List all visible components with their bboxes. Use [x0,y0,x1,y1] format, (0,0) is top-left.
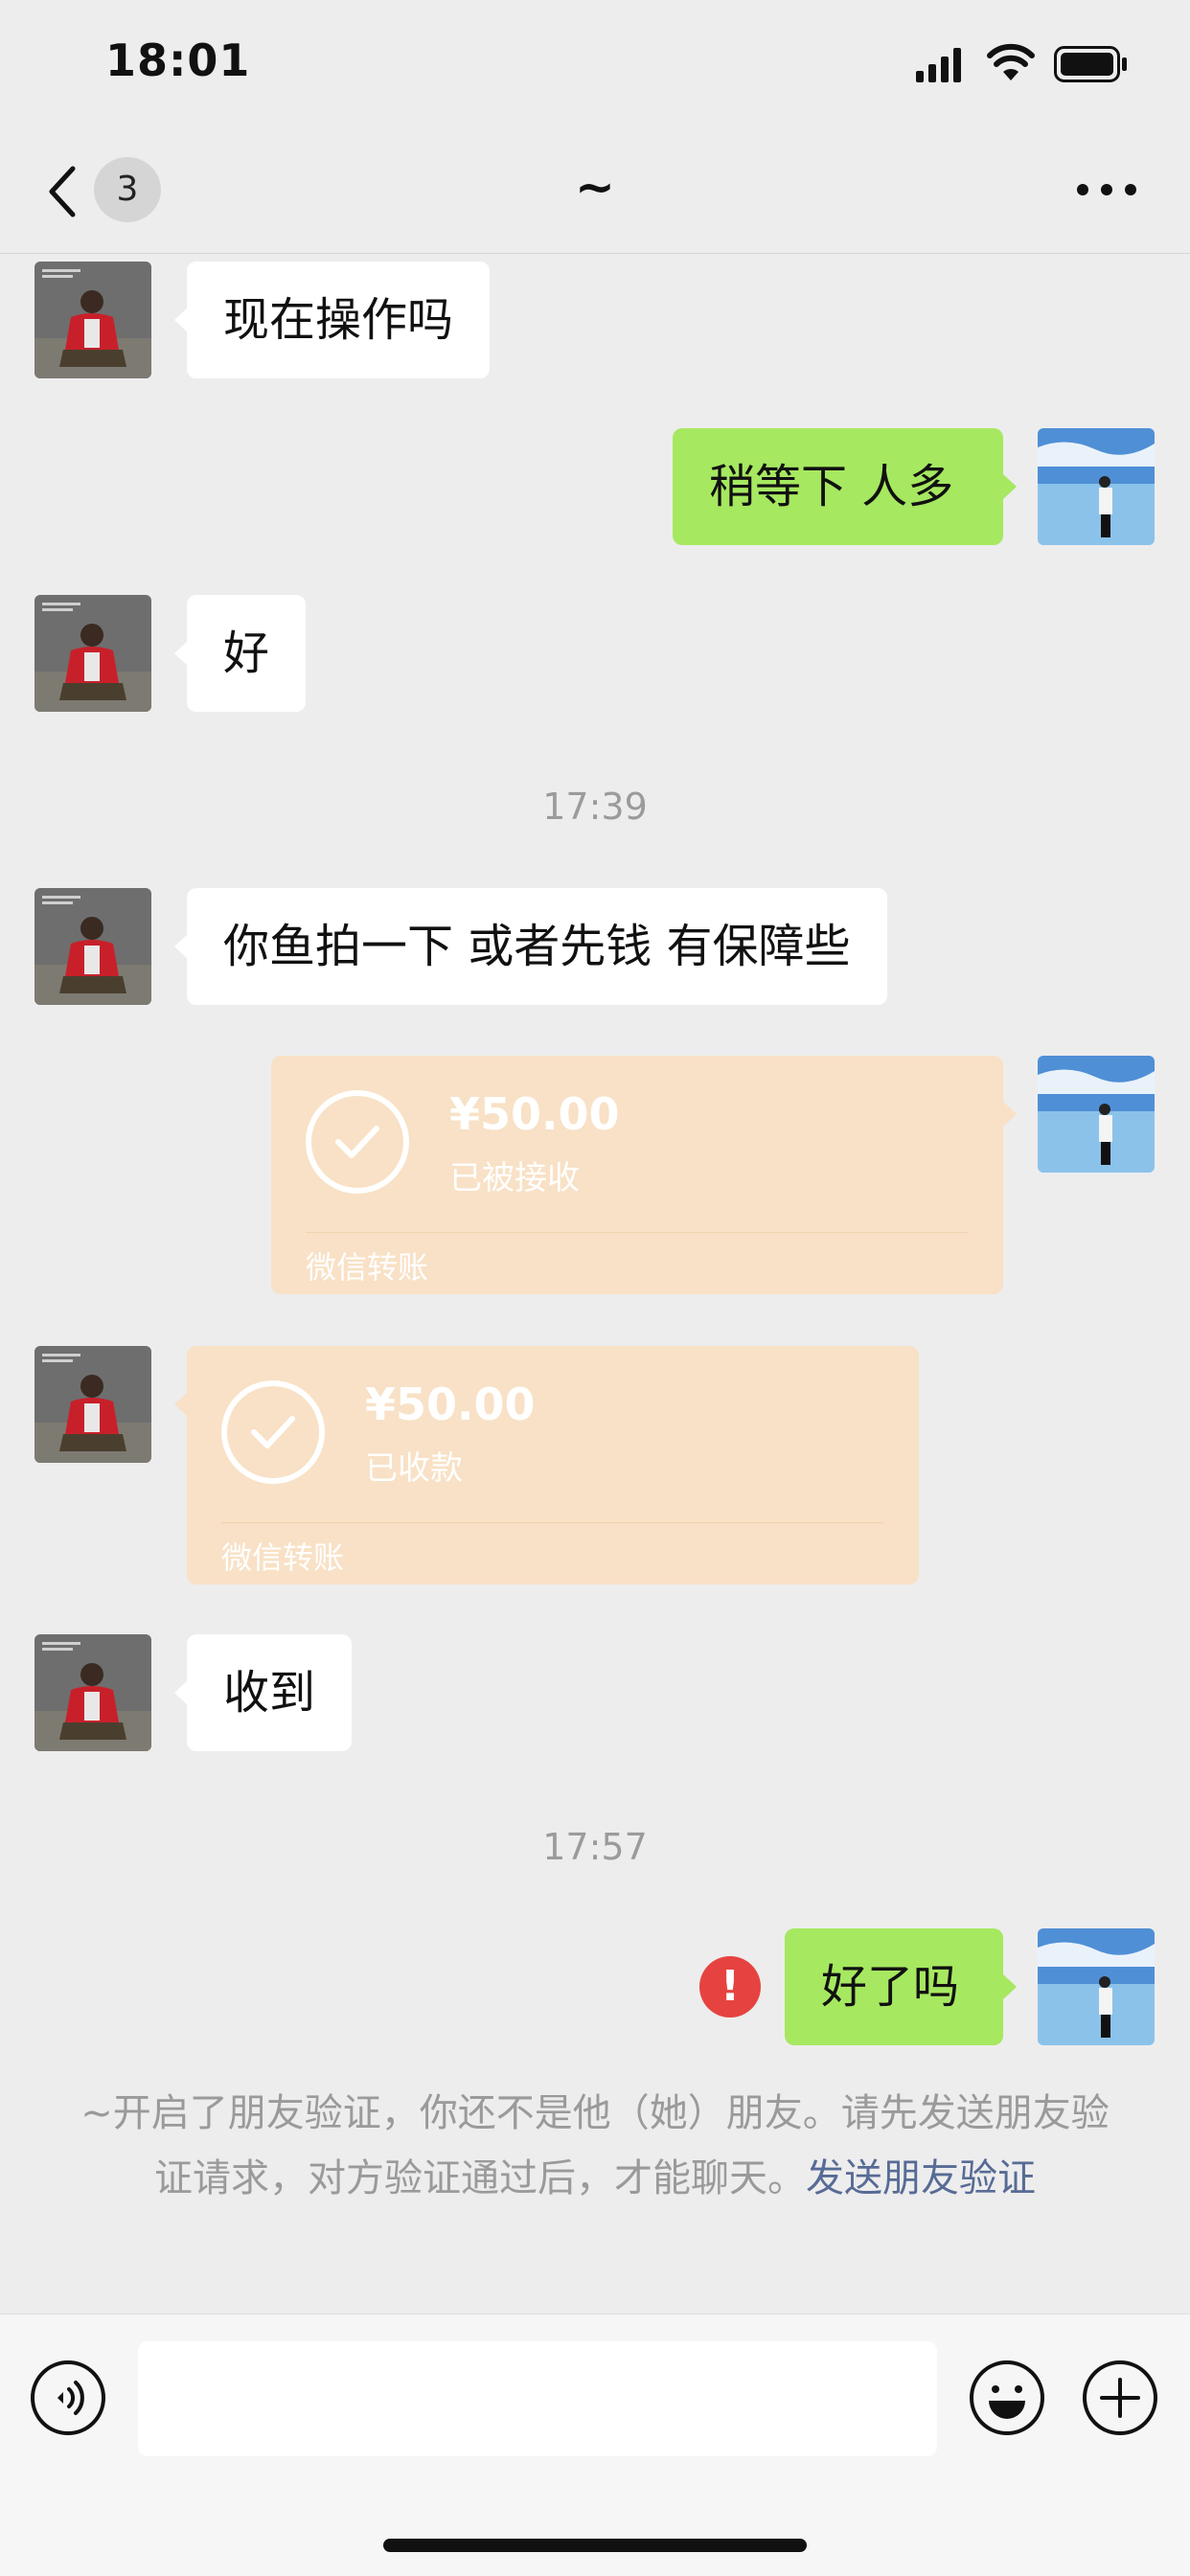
bubble-tail [174,1392,188,1417]
chat-header: 3 ~ [0,125,1190,254]
bubble-tail [174,308,188,332]
message-input[interactable] [138,2341,937,2456]
divider [221,1522,884,1523]
bubble-tail [174,641,188,666]
contact-avatar[interactable] [34,595,151,712]
bubble-tail [1003,1102,1017,1127]
contact-avatar[interactable] [34,1346,151,1463]
incoming-message[interactable]: 好 [187,595,307,712]
bubble-tail [1003,474,1017,499]
bubble-tail [174,934,188,959]
bubble-tail [174,1680,188,1705]
divider [306,1232,969,1233]
voice-icon[interactable] [29,2359,107,2437]
transfer-status: 已收款 [365,1449,463,1488]
transfer-card-incoming[interactable]: ¥50.00 已收款 微信转账 [187,1346,919,1584]
battery-icon [1054,46,1127,82]
transfer-amount: ¥50.00 [365,1379,536,1430]
status-bar: 18:01 [0,0,1190,125]
incoming-message[interactable]: 现在操作吗 [187,262,491,378]
signal-icon [916,48,961,82]
transfer-status: 已被接收 [449,1159,580,1197]
emoji-icon[interactable] [968,2359,1046,2437]
transfer-footer: 微信转账 [221,1539,345,1576]
bubble-tail [1003,1974,1017,1999]
status-time: 18:01 [105,34,251,86]
my-avatar[interactable] [1038,1056,1155,1173]
plus-icon[interactable] [1081,2359,1159,2437]
contact-avatar[interactable] [34,888,151,1005]
transfer-footer: 微信转账 [306,1249,429,1286]
my-avatar[interactable] [1038,428,1155,545]
input-bar [0,2314,1190,2576]
check-icon [306,1090,409,1194]
wifi-icon [987,43,1035,80]
check-icon [221,1380,325,1484]
transfer-card-outgoing[interactable]: ¥50.00 已被接收 微信转账 [271,1056,1003,1294]
incoming-message[interactable]: 收到 [187,1634,353,1751]
send-verification-link[interactable]: 发送朋友验证 [806,2156,1036,2200]
outgoing-message[interactable]: 稍等下 人多 [673,428,1003,545]
my-avatar[interactable] [1038,1928,1155,2045]
home-indicator [383,2539,807,2552]
more-icon[interactable] [1075,182,1138,197]
send-failed-icon[interactable]: ! [699,1956,761,2017]
contact-avatar[interactable] [34,1634,151,1751]
friend-verification-notice: ~开启了朋友验证，你还不是他（她）朋友。请先发送朋友验证请求，对方验证通过后，才… [67,2081,1123,2211]
chat-title: ~ [575,159,615,215]
timestamp: 17:57 [542,1826,648,1868]
incoming-message[interactable]: 你鱼拍一下 或者先钱 有保障些 [187,888,887,1005]
transfer-amount: ¥50.00 [449,1088,620,1140]
timestamp: 17:39 [542,786,648,828]
contact-avatar[interactable] [34,262,151,378]
outgoing-message[interactable]: 好了吗 [785,1928,1003,2045]
